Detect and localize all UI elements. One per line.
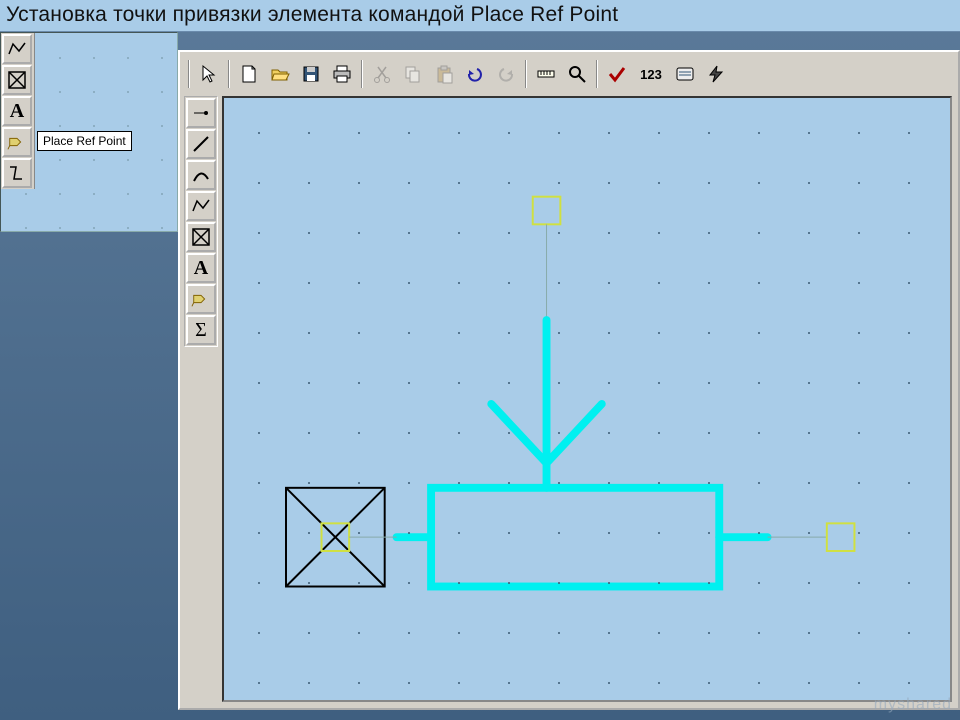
text-tool-inset[interactable]: A xyxy=(2,96,32,126)
check-button[interactable] xyxy=(603,60,631,88)
polygon-tool[interactable] xyxy=(186,191,216,221)
break-tool-inset[interactable] xyxy=(2,158,32,188)
redo-button[interactable] xyxy=(492,60,520,88)
slide-title: Установка точки привязки элемента команд… xyxy=(0,0,960,32)
undo-button[interactable] xyxy=(461,60,489,88)
editor-window: 123 A Σ xyxy=(178,50,960,710)
watermark: myshared xyxy=(874,696,952,714)
paste-button[interactable] xyxy=(430,60,458,88)
run-button[interactable] xyxy=(702,60,730,88)
attribute-tool-inset[interactable] xyxy=(2,127,32,157)
select-tool[interactable] xyxy=(195,60,223,88)
arc-tool[interactable] xyxy=(186,160,216,190)
text-tool[interactable]: A xyxy=(186,253,216,283)
macro-button[interactable] xyxy=(671,60,699,88)
new-button[interactable] xyxy=(235,60,263,88)
renumber-button[interactable]: 123 xyxy=(634,60,668,88)
pin-tool[interactable] xyxy=(186,98,216,128)
attribute-tool[interactable] xyxy=(186,284,216,314)
main-toolbar: 123 xyxy=(184,56,732,92)
refpoint-tool[interactable] xyxy=(186,222,216,252)
save-button[interactable] xyxy=(297,60,325,88)
print-button[interactable] xyxy=(328,60,356,88)
cut-button[interactable] xyxy=(368,60,396,88)
polygon-tool-inset[interactable] xyxy=(2,34,32,64)
tooltip: Place Ref Point xyxy=(37,131,132,151)
measure-button[interactable] xyxy=(532,60,560,88)
drawing-canvas[interactable] xyxy=(222,96,952,702)
inset-toolbar-fragment: A Place Ref Point xyxy=(0,32,178,232)
open-button[interactable] xyxy=(266,60,294,88)
draw-toolbar: A Σ xyxy=(184,96,218,347)
copy-button[interactable] xyxy=(399,60,427,88)
refpoint-tool-inset[interactable] xyxy=(2,65,32,95)
line-tool[interactable] xyxy=(186,129,216,159)
sigma-tool[interactable]: Σ xyxy=(186,315,216,345)
zoom-button[interactable] xyxy=(563,60,591,88)
